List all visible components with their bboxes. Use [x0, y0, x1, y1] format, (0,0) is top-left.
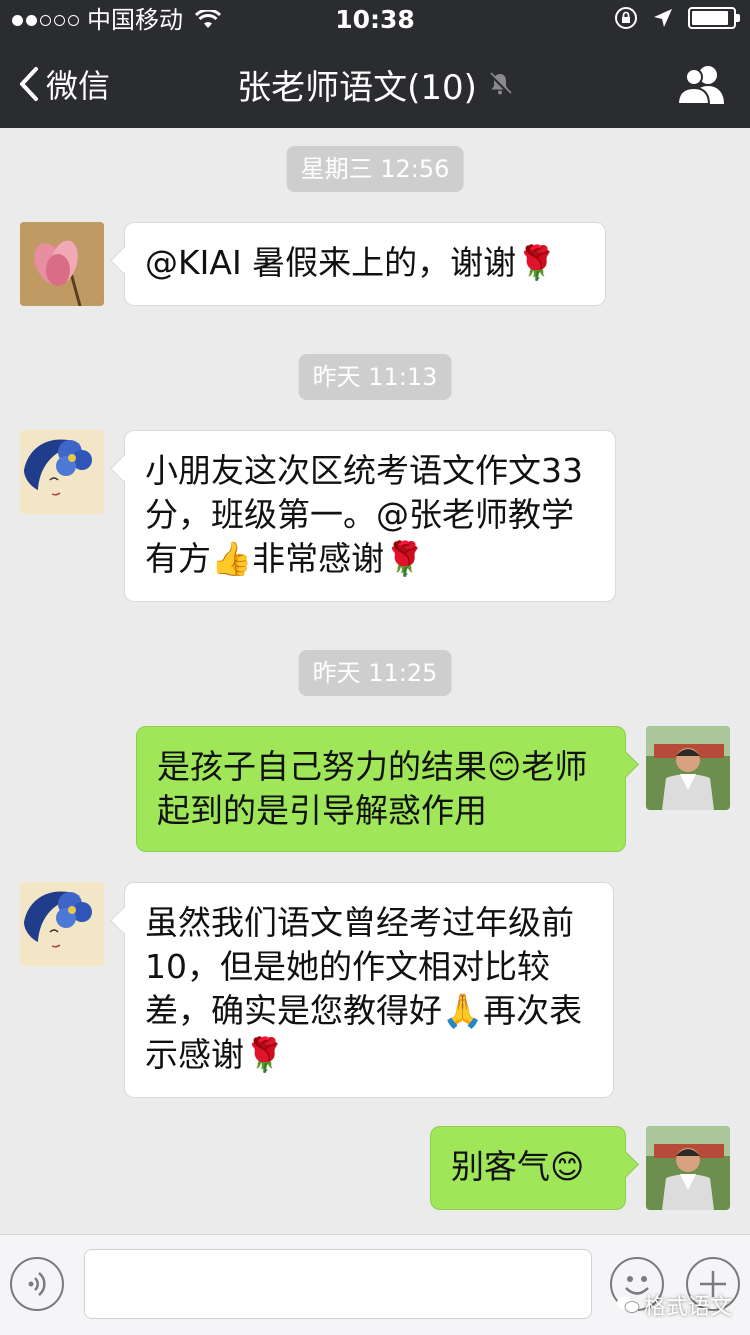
location-arrow-icon [654, 9, 672, 27]
status-bar: 中国移动 10:38 [0, 0, 750, 40]
message-bubble-outgoing[interactable]: 别客气😊 [430, 1126, 626, 1210]
status-right [614, 6, 740, 30]
blue-flower-avatar[interactable] [20, 882, 104, 966]
teacher-photo-avatar[interactable] [646, 726, 730, 810]
teacher-photo-avatar[interactable] [646, 1126, 730, 1210]
message-bubble-incoming[interactable]: 小朋友这次区统考语文作文33分，班级第一。@张老师教学有方👍非常感谢🌹 [124, 430, 616, 602]
chat-title-text: 张老师语文(10) [237, 67, 477, 108]
voice-icon[interactable] [10, 1257, 64, 1311]
nav-bar: 微信 张老师语文(10) [0, 40, 750, 128]
timestamp-chip: 昨天 11:25 [298, 650, 452, 696]
watermark: 格式语文 [616, 1289, 732, 1321]
watermark-text: 格式语文 [643, 1295, 732, 1320]
message-bubble-outgoing[interactable]: 是孩子自己努力的结果😊老师起到的是引导解惑作用 [136, 726, 626, 852]
blue-flower-avatar[interactable] [20, 430, 104, 514]
mute-bell-icon [488, 72, 512, 96]
group-members-icon[interactable] [676, 62, 726, 106]
magnolia-avatar[interactable] [20, 222, 104, 306]
battery-fill [692, 11, 728, 25]
timestamp-chip: 昨天 11:13 [298, 354, 452, 400]
chat-message-list[interactable]: 星期三 12:56 @KIAI 暑假来上的，谢谢🌹 昨天 11:13 小朋友这次… [0, 128, 750, 1234]
message-bubble-incoming[interactable]: @KIAI 暑假来上的，谢谢🌹 [124, 222, 606, 306]
message-bubble-incoming[interactable]: 虽然我们语文曾经考过年级前10，但是她的作文相对比较差，确实是您教得好🙏再次表示… [124, 882, 614, 1098]
message-input[interactable] [84, 1249, 592, 1319]
wechat-logo-icon [616, 1296, 640, 1313]
timestamp-chip: 星期三 12:56 [286, 146, 464, 192]
rotation-lock-icon [615, 7, 637, 29]
chat-title: 张老师语文(10) [0, 40, 750, 128]
input-bar: 格式语文 [0, 1234, 750, 1335]
battery-icon [688, 7, 740, 29]
